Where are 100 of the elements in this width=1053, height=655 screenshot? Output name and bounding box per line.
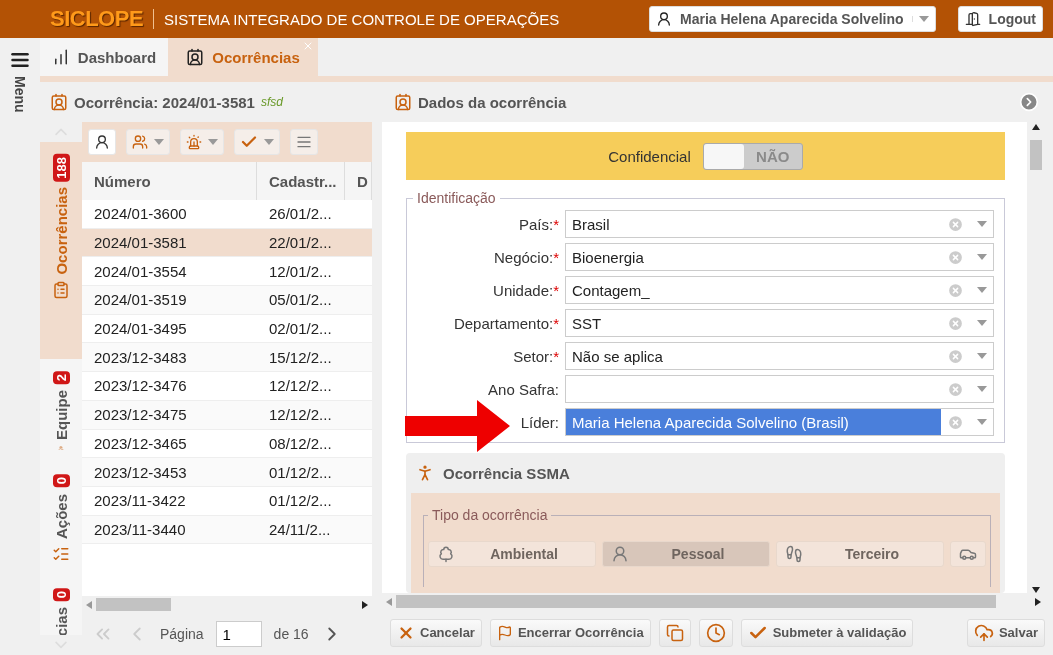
table-cell: 2023/12-3475: [82, 400, 257, 430]
scroll-up-icon[interactable]: [1032, 124, 1040, 130]
table-cell: 2024/01-3581: [82, 228, 257, 258]
table-cell: 22/01/2...: [257, 228, 345, 258]
count-badge: 0: [52, 474, 70, 488]
clock-icon: [705, 622, 726, 643]
select-field[interactable]: SST: [565, 309, 994, 337]
person-icon: [186, 48, 205, 66]
table-cell: 15/12/2...: [257, 343, 345, 373]
type-button[interactable]: Ambiental: [428, 541, 596, 567]
alarm-filter-button[interactable]: [180, 129, 224, 155]
logout-button[interactable]: Logout: [957, 6, 1043, 32]
count-badge: 2: [52, 370, 70, 384]
siren-icon: [186, 134, 202, 150]
dropdown-caret-icon: [976, 353, 987, 359]
field-label: Setor:*: [512, 347, 559, 365]
clear-icon[interactable]: [947, 413, 965, 431]
scroll-right-icon[interactable]: [362, 600, 368, 609]
scroll-left-icon[interactable]: [386, 597, 392, 606]
table-cell: 2023/12-3453: [82, 458, 257, 487]
column-header[interactable]: Cadastr...: [257, 162, 345, 200]
select-field[interactable]: Não se aplica: [565, 342, 994, 370]
panel-title: Dados da ocorrência: [418, 93, 567, 111]
close-occurrence-button[interactable]: Encerrar Ocorrência: [489, 618, 651, 647]
side-tab[interactable]: Ações 0: [40, 462, 82, 576]
logo: SICLOPE: [50, 6, 144, 32]
type-button[interactable]: Terceiro: [776, 541, 944, 567]
submit-button[interactable]: Submeter à validação: [740, 618, 914, 647]
side-tab[interactable]: Equipe 2: [40, 358, 82, 463]
column-header[interactable]: Número: [82, 162, 257, 200]
menu-icon: [296, 134, 312, 150]
type-button[interactable]: [950, 541, 986, 567]
page-field[interactable]: 1: [215, 621, 262, 647]
select-field[interactable]: Contagem_: [565, 276, 994, 304]
dropdown-caret-icon: [976, 254, 987, 260]
clear-icon[interactable]: [947, 347, 965, 365]
select-field[interactable]: Bioenergia: [565, 243, 994, 271]
table-cell: 2023/11-3440: [82, 515, 257, 545]
table-cell: 24/11/2...: [257, 515, 345, 545]
menu-icon[interactable]: [10, 50, 30, 70]
copy-button[interactable]: [658, 618, 691, 647]
field-label: País:*: [517, 215, 559, 233]
table-cell: 12/12/2...: [257, 400, 345, 430]
field-label: Unidade:*: [492, 281, 559, 299]
scrollbar-thumb[interactable]: [1030, 140, 1042, 170]
clear-icon[interactable]: [947, 248, 965, 266]
dropdown-caret-icon: [976, 287, 987, 293]
clear-icon[interactable]: [947, 380, 965, 398]
field-label: Negócio:*: [492, 248, 559, 266]
save-button[interactable]: Salvar: [966, 618, 1045, 647]
footprints-icon: [785, 545, 803, 563]
clear-icon[interactable]: [947, 281, 965, 299]
scrollbar-thumb[interactable]: [96, 598, 171, 611]
group-legend: Tipo da ocorrência: [428, 508, 552, 523]
tab[interactable]: Dashboard: [40, 38, 168, 76]
dropdown-caret-icon: [976, 221, 987, 227]
list-menu-button[interactable]: [290, 129, 318, 155]
tag-text: sfsd: [260, 95, 283, 109]
door-icon: [964, 11, 981, 27]
history-button[interactable]: [698, 618, 733, 647]
dropdown-caret-icon: [976, 320, 987, 326]
select-field[interactable]: Maria Helena Aparecida Solvelino (Brasil): [565, 408, 994, 436]
page-total: de 16: [273, 626, 309, 642]
select-field[interactable]: [565, 375, 994, 403]
flag-icon: [496, 624, 513, 641]
close-icon[interactable]: [302, 40, 314, 52]
user-icon: [656, 11, 672, 27]
avatar-button[interactable]: [88, 129, 116, 155]
team-filter-button[interactable]: [126, 129, 170, 155]
table-cell: 2023/12-3483: [82, 343, 257, 373]
dropdown-caret-icon: [976, 419, 987, 425]
column-header[interactable]: D: [345, 162, 372, 200]
person-icon: [394, 93, 412, 111]
caret-icon: [208, 139, 218, 145]
expand-icon[interactable]: [1019, 92, 1039, 112]
table-cell: [345, 228, 372, 258]
side-tab-label: Ações: [52, 493, 70, 539]
field-label: Ano Safra:: [487, 380, 559, 398]
scrollbar-thumb[interactable]: [396, 595, 996, 608]
dropdown-caret-icon: [976, 386, 987, 392]
side-tab-label: Equipe: [52, 389, 70, 440]
type-button[interactable]: Pessoal: [602, 541, 770, 567]
side-tab[interactable]: Ocorrências 188: [40, 141, 82, 359]
table-cell: 01/12/2...: [257, 458, 345, 487]
page-label: Página: [160, 626, 204, 642]
scroll-left-icon[interactable]: [86, 600, 92, 609]
clear-icon[interactable]: [947, 215, 965, 233]
select-field[interactable]: Brasil: [565, 210, 994, 238]
menu-label[interactable]: Menu: [12, 76, 28, 113]
scroll-right-icon[interactable]: [1035, 597, 1041, 606]
cancel-button[interactable]: Cancelar: [390, 618, 482, 647]
user-menu-button[interactable]: Maria Helena Aparecida Solvelino: [649, 6, 936, 32]
tree-icon: [437, 545, 455, 563]
section-title: Ocorrência SSMA: [443, 464, 570, 482]
group-legend: Identificação: [413, 190, 500, 206]
avatar-icon: [94, 134, 110, 150]
person-icon: [50, 93, 68, 111]
status-filter-button[interactable]: [234, 129, 280, 155]
clear-icon[interactable]: [947, 314, 965, 332]
person-icon: [611, 545, 629, 563]
